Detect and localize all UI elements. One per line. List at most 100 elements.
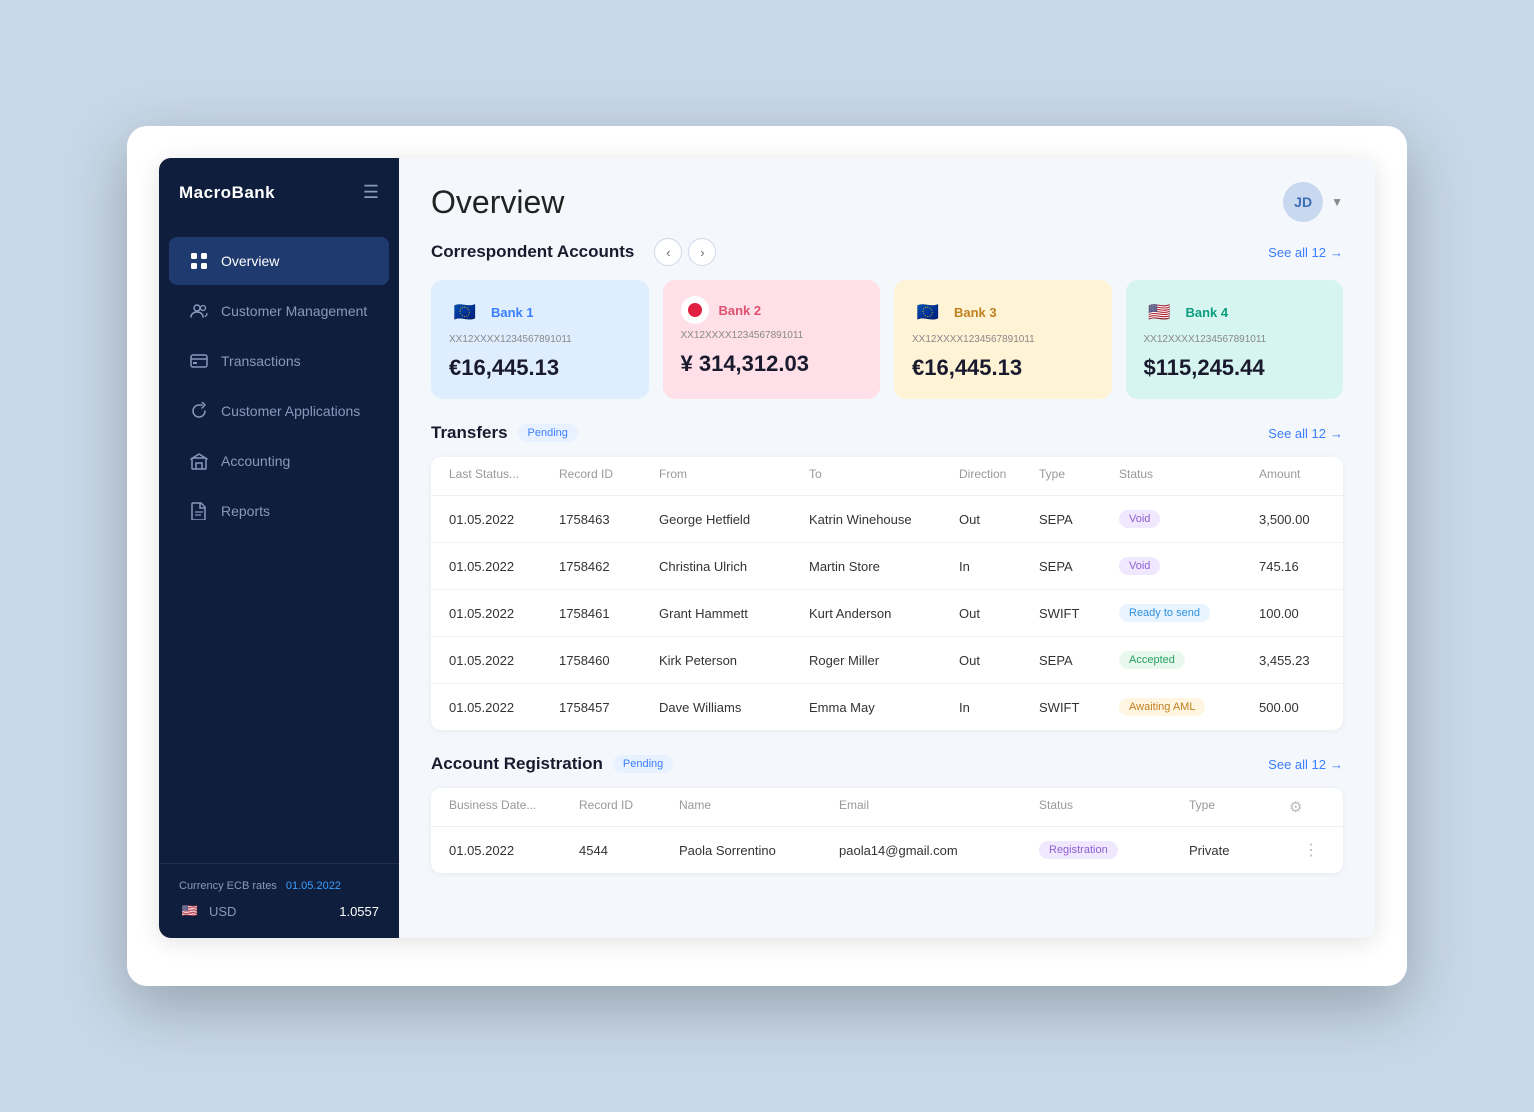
sidebar-item-label-reports: Reports [221,503,270,519]
registration-pending-badge: Pending [613,755,673,773]
registration-title-wrap: Account Registration Pending [431,754,673,774]
bank1-flag: 🇪🇺 [449,296,481,328]
transfers-section-header: Transfers Pending See all 12 → [431,423,1343,443]
cell-to: Katrin Winehouse [809,512,959,527]
main-content-area: Overview JD ▼ Correspondent Accounts ‹ › [399,158,1375,938]
sidebar-item-label-accounting: Accounting [221,453,290,469]
col-email: Email [839,798,1039,816]
bank1-amount: €16,445.13 [449,355,631,381]
status-badge: Void [1119,557,1160,575]
sidebar-item-reports[interactable]: Reports [169,487,389,535]
bank4-account-number: XX12XXXX1234567891011 [1144,334,1326,345]
monitor-frame: MacroBank ☰ Overview [127,126,1407,986]
next-arrow-button[interactable]: › [688,238,716,266]
col-last-status: Last Status... [449,467,559,485]
sidebar-footer: Currency ECB rates 01.05.2022 🇺🇸 USD 1.0… [159,863,399,938]
account-card-bank4[interactable]: 🇺🇸 Bank 4 XX12XXXX1234567891011 $115,245… [1126,280,1344,399]
account-cards-grid: 🇪🇺 Bank 1 XX12XXXX1234567891011 €16,445.… [431,280,1343,399]
bank2-flag [681,296,709,324]
table-row[interactable]: 01.05.2022 1758461 Grant Hammett Kurt An… [431,590,1343,637]
ecb-date: 01.05.2022 [286,880,341,892]
cell-date: 01.05.2022 [449,512,559,527]
bank2-name: Bank 2 [719,303,762,318]
transfers-table: Last Status... Record ID From To Directi… [431,457,1343,730]
col-name: Name [679,798,839,816]
accounts-see-all-link[interactable]: See all 12 → [1268,245,1343,260]
sidebar-item-label-ca: Customer Applications [221,403,360,419]
sidebar-item-label-tx: Transactions [221,353,301,369]
registration-table: Business Date... Record ID Name Email St… [431,788,1343,873]
prev-arrow-button[interactable]: ‹ [654,238,682,266]
sidebar-item-customer-applications[interactable]: Customer Applications [169,387,389,435]
bank3-amount: €16,445.13 [912,355,1094,381]
accounts-section-title: Correspondent Accounts [431,242,634,262]
sidebar-item-accounting[interactable]: Accounting [169,437,389,485]
bank2-account-number: XX12XXXX1234567891011 [681,330,863,341]
cell-type: SEPA [1039,512,1119,527]
account-card-bank1[interactable]: 🇪🇺 Bank 1 XX12XXXX1234567891011 €16,445.… [431,280,649,399]
sidebar-nav: Overview Customer Management [159,227,399,863]
registration-see-all-link[interactable]: See all 12 → [1268,757,1343,772]
col-reg-status: Status [1039,798,1189,816]
col-from: From [659,467,809,485]
bank3-flag: 🇪🇺 [912,296,944,328]
account-card-bank3[interactable]: 🇪🇺 Bank 3 XX12XXXX1234567891011 €16,445.… [894,280,1112,399]
table-row[interactable]: 01.05.2022 4544 Paola Sorrentino paola14… [431,827,1343,873]
table-row[interactable]: 01.05.2022 1758460 Kirk Peterson Roger M… [431,637,1343,684]
transfers-see-all-link[interactable]: See all 12 → [1268,426,1343,441]
page-title: Overview [431,184,564,221]
transfers-pending-badge: Pending [518,424,578,442]
table-row[interactable]: 01.05.2022 1758463 George Hetfield Katri… [431,496,1343,543]
user-avatar[interactable]: JD [1283,182,1323,222]
users-icon [189,301,209,321]
building-icon [189,451,209,471]
row-menu-icon[interactable]: ⋮ [1289,840,1319,860]
correspondent-accounts-section: Correspondent Accounts ‹ › See all 12 → [431,238,1343,399]
col-type: Type [1039,467,1119,485]
registration-section-title: Account Registration [431,754,603,774]
status-badge: Ready to send [1119,604,1210,622]
registration-table-header: Business Date... Record ID Name Email St… [431,788,1343,827]
bank3-account-number: XX12XXXX1234567891011 [912,334,1094,345]
app-logo: MacroBank [179,183,275,203]
accounts-section-header: Correspondent Accounts ‹ › See all 12 → [431,238,1343,266]
status-badge: Registration [1039,841,1118,859]
bank1-account-number: XX12XXXX1234567891011 [449,334,631,345]
status-badge: Void [1119,510,1160,528]
bank1-name: Bank 1 [491,305,534,320]
sidebar-item-transactions[interactable]: Transactions [169,337,389,385]
carousel-arrows: ‹ › [654,238,716,266]
col-amount: Amount [1259,467,1343,485]
cell-status: Void [1119,510,1259,528]
col-status: Status [1119,467,1259,485]
transfers-table-header: Last Status... Record ID From To Directi… [431,457,1343,496]
currency-code: USD [209,904,331,919]
sidebar-item-customer-management[interactable]: Customer Management [169,287,389,335]
chevron-down-icon[interactable]: ▼ [1331,195,1343,209]
grid-icon [189,251,209,271]
status-badge: Accepted [1119,651,1185,669]
col-reg-record-id: Record ID [579,798,679,816]
reg-table-settings-icon[interactable]: ⚙ [1289,798,1319,816]
usd-flag: 🇺🇸 [179,900,201,922]
col-record-id: Record ID [559,467,659,485]
cell-direction: Out [959,512,1039,527]
table-row[interactable]: 01.05.2022 1758457 Dave Williams Emma Ma… [431,684,1343,730]
sidebar-header: MacroBank ☰ [159,158,399,227]
sidebar-item-label-overview: Overview [221,253,279,269]
main-content: Correspondent Accounts ‹ › See all 12 → [399,238,1375,938]
account-card-bank2[interactable]: Bank 2 XX12XXXX1234567891011 ¥ 314,312.0… [663,280,881,399]
bank2-amount: ¥ 314,312.03 [681,351,863,377]
ecb-label-row: Currency ECB rates 01.05.2022 [179,880,379,892]
sidebar-item-overview[interactable]: Overview [169,237,389,285]
col-to: To [809,467,959,485]
transfers-section: Transfers Pending See all 12 → Last Stat… [431,423,1343,730]
sidebar-item-label-cm: Customer Management [221,303,367,319]
user-section: JD ▼ [1283,182,1343,222]
col-reg-type: Type [1189,798,1289,816]
cell-from: George Hetfield [659,512,809,527]
table-row[interactable]: 01.05.2022 1758462 Christina Ulrich Mart… [431,543,1343,590]
hamburger-icon[interactable]: ☰ [363,182,379,203]
sidebar: MacroBank ☰ Overview [159,158,399,938]
transfers-section-title: Transfers [431,423,508,443]
